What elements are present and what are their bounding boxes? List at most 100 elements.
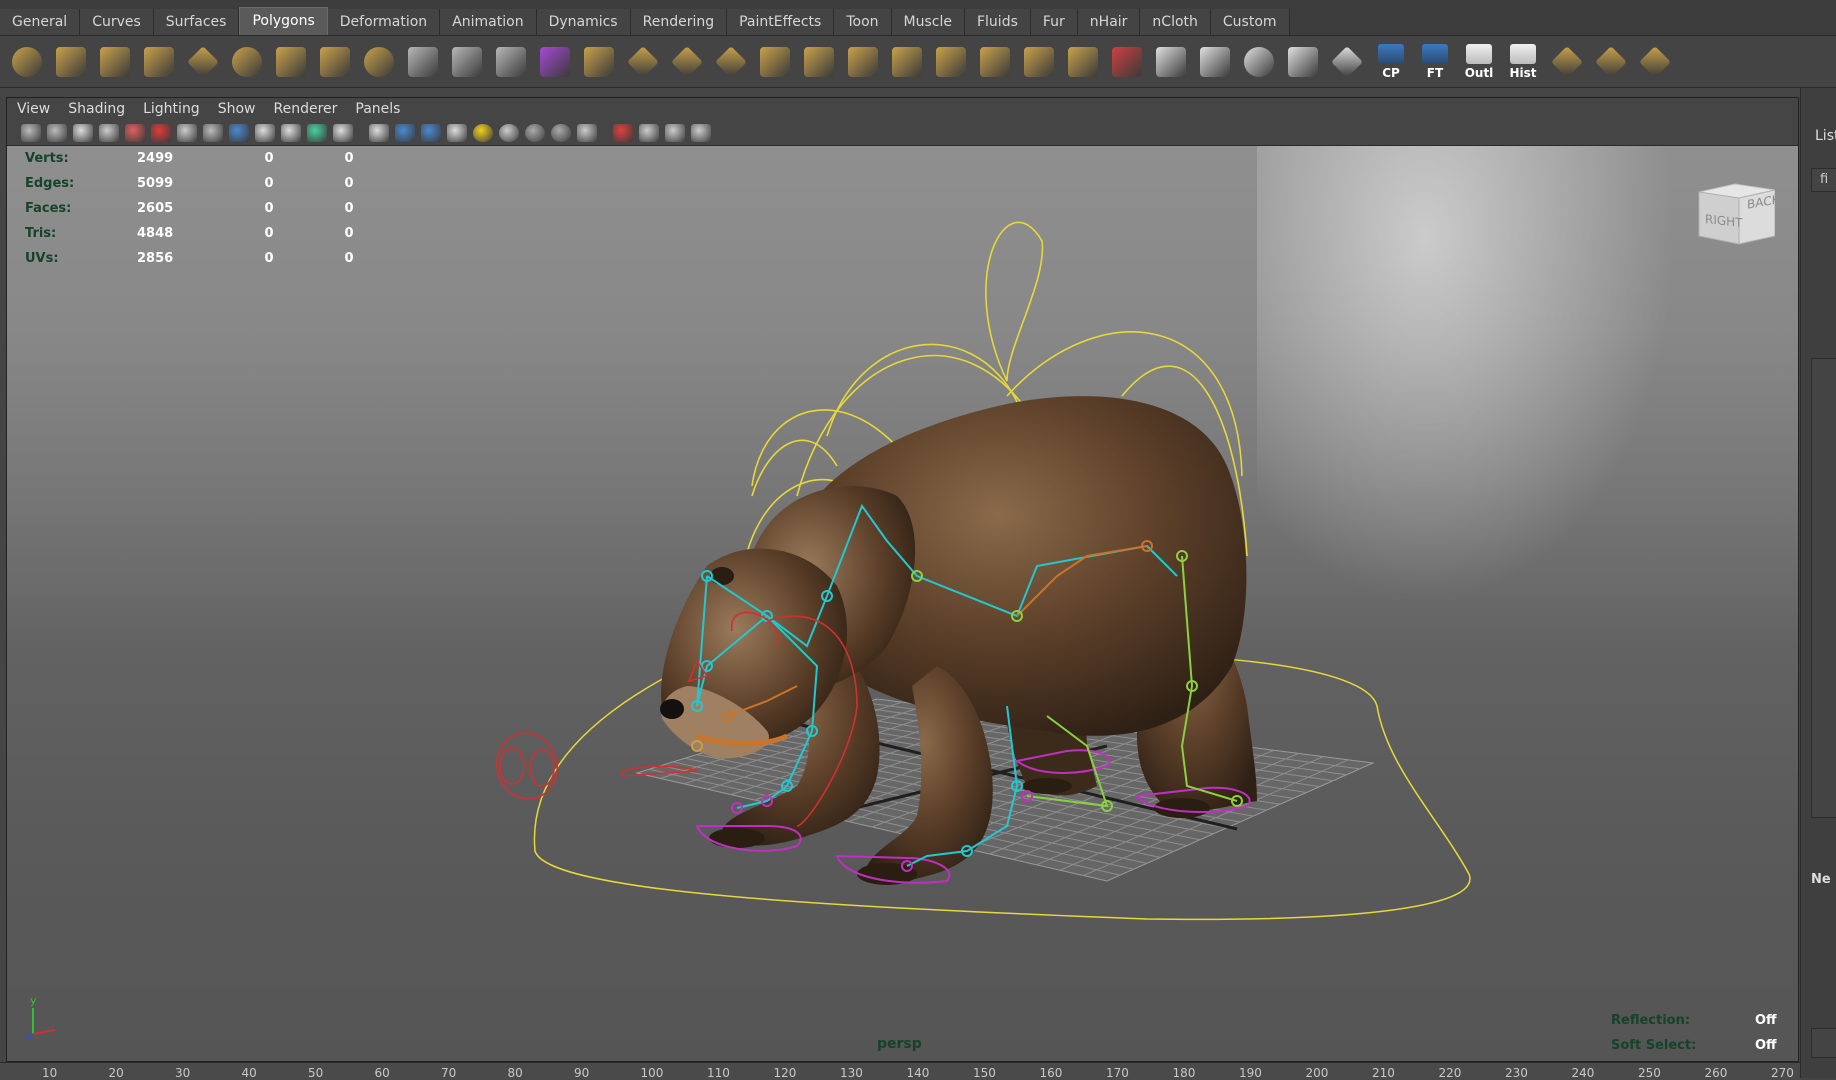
wedge-button[interactable] [976, 42, 1014, 82]
bookmark-icon[interactable] [73, 123, 93, 142]
flat-shade-icon[interactable] [421, 123, 441, 142]
view-cube[interactable]: RIGHT BACK [1695, 180, 1775, 250]
triangulate-button[interactable] [1108, 42, 1146, 82]
camera-attributes-icon[interactable] [47, 123, 67, 142]
uv-layout-button[interactable] [1548, 42, 1586, 82]
shelf-tab-rendering[interactable]: Rendering [630, 9, 728, 35]
boolean-button[interactable] [492, 42, 530, 82]
shelf-tab-fluids[interactable]: Fluids [964, 9, 1031, 35]
shelf-tab-polygons[interactable]: Polygons [239, 7, 328, 35]
merge-button[interactable] [844, 42, 882, 82]
bridge-button[interactable] [624, 42, 662, 82]
shelf-tab-animation[interactable]: Animation [440, 9, 537, 35]
poly-plane-button[interactable] [184, 42, 222, 82]
ft-shelf-button[interactable]: FT [1416, 42, 1454, 82]
shelf-tab-custom[interactable]: Custom [1210, 9, 1290, 35]
poly-soccer-button[interactable] [360, 42, 398, 82]
poly-cone-button[interactable] [140, 42, 178, 82]
list-menu-label[interactable]: List [1815, 128, 1836, 144]
shadows-icon[interactable] [499, 123, 519, 142]
panel-menu-panels[interactable]: Panels [355, 101, 400, 117]
planar-map-button[interactable] [1152, 42, 1190, 82]
uv-select-button[interactable] [1592, 42, 1630, 82]
shelf-tab-ncloth[interactable]: nCloth [1140, 9, 1211, 35]
separate-button[interactable] [448, 42, 486, 82]
layer-button[interactable] [1811, 1028, 1836, 1058]
mirror-button[interactable] [1064, 42, 1102, 82]
shelf-tab-toon[interactable]: Toon [834, 9, 892, 35]
panel-menu-lighting[interactable]: Lighting [143, 101, 200, 117]
use-lights-icon[interactable] [473, 123, 493, 142]
cylindrical-map-button[interactable] [1196, 42, 1234, 82]
uv-checker-button[interactable] [1328, 42, 1366, 82]
shelf-tab-dynamics[interactable]: Dynamics [536, 9, 631, 35]
grease-pencil-icon[interactable] [151, 123, 171, 142]
scene-3d[interactable] [7, 146, 1798, 1061]
grid-icon[interactable] [177, 123, 197, 142]
xray-active-icon[interactable] [691, 123, 711, 142]
textured-icon[interactable] [447, 123, 467, 142]
wireframe-icon[interactable] [369, 123, 389, 142]
xray-icon[interactable] [639, 123, 659, 142]
poly-torus-button[interactable] [228, 42, 266, 82]
extrude-button[interactable] [580, 42, 618, 82]
panel-menu-renderer[interactable]: Renderer [273, 101, 337, 117]
panel-menu-shading[interactable]: Shading [68, 101, 125, 117]
bear-model[interactable] [660, 396, 1257, 885]
poke-button[interactable] [1020, 42, 1058, 82]
safe-action-icon[interactable] [307, 123, 327, 142]
smooth-cube-button[interactable] [536, 42, 574, 82]
split-button[interactable] [712, 42, 750, 82]
filter-field[interactable]: fi [1811, 168, 1836, 192]
xray-joints-icon[interactable] [665, 123, 685, 142]
isolate-select-icon[interactable] [613, 123, 633, 142]
shelf-tab-nhair[interactable]: nHair [1077, 9, 1141, 35]
shelf-tab-painteffects[interactable]: PaintEffects [727, 9, 835, 35]
ambient-occlusion-icon[interactable] [525, 123, 545, 142]
spherical-map-button[interactable] [1240, 42, 1278, 82]
poke-icon [1024, 46, 1054, 77]
image-plane-icon[interactable] [99, 123, 119, 142]
panel-menu-show[interactable]: Show [218, 101, 256, 117]
anti-alias-icon[interactable] [577, 123, 597, 142]
automatic-map-button[interactable] [1284, 42, 1322, 82]
film-gate-icon[interactable] [203, 123, 223, 142]
gate-mask-icon[interactable] [255, 123, 275, 142]
shelf-tab-deformation[interactable]: Deformation [327, 9, 441, 35]
select-camera-icon[interactable] [21, 123, 41, 142]
shelf-tab-general[interactable]: General [0, 9, 81, 35]
combine-button[interactable] [404, 42, 442, 82]
poly-pyramid-button[interactable] [272, 42, 310, 82]
append-button[interactable] [668, 42, 706, 82]
offset-button[interactable] [800, 42, 838, 82]
viewport-panel: View Shading Lighting Show Renderer Panels [6, 97, 1799, 1062]
panel-menu-view[interactable]: View [17, 101, 50, 117]
poly-cylinder-button[interactable] [96, 42, 134, 82]
motion-blur-icon[interactable] [551, 123, 571, 142]
resolution-gate-icon[interactable] [229, 123, 249, 142]
poly-sphere-button[interactable] [8, 42, 46, 82]
perspective-viewport[interactable]: Verts: 2499 0 0 Edges: 5099 0 0 Faces: 2605 0 0 Tris… [7, 146, 1798, 1061]
delete-edge-button[interactable] [888, 42, 926, 82]
two-d-pan-icon[interactable] [125, 123, 145, 142]
shelf-tab-curves[interactable]: Curves [80, 9, 154, 35]
uv-ruler-button[interactable] [1636, 42, 1674, 82]
smooth-shade-icon[interactable] [395, 123, 415, 142]
insert-edge-button[interactable] [756, 42, 794, 82]
poly-pipe-button[interactable] [316, 42, 354, 82]
safe-title-icon[interactable] [333, 123, 353, 142]
shelf-tab-fur[interactable]: Fur [1030, 9, 1078, 35]
hud-comp: 0 [344, 151, 354, 166]
mirror-icon [1068, 46, 1098, 77]
bevel-button[interactable] [932, 42, 970, 82]
channel-list[interactable] [1811, 358, 1836, 818]
cp-shelf-button[interactable]: CP [1372, 42, 1410, 82]
hist-shelf-button[interactable]: Hist [1504, 42, 1542, 82]
shelf-tab-muscle[interactable]: Muscle [891, 9, 965, 35]
time-slider[interactable]: 10 20 30 40 50 60 70 80 90 100 110 120 130 140 150 160 1… [0, 1062, 1800, 1080]
outl-shelf-button[interactable]: Outl [1460, 42, 1498, 82]
shelf-tab-surfaces[interactable]: Surfaces [153, 9, 240, 35]
field-chart-icon[interactable] [281, 123, 301, 142]
hud-sel: 0 [264, 176, 274, 191]
poly-cube-button[interactable] [52, 42, 90, 82]
